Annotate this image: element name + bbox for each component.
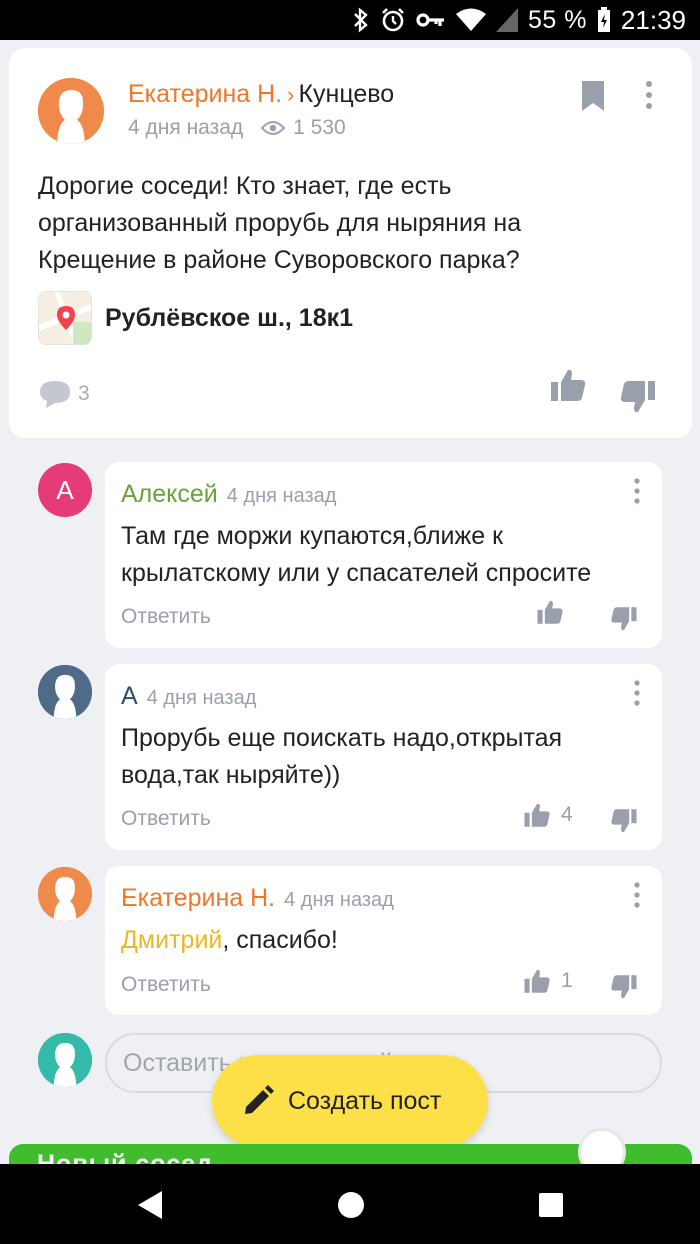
more-options-icon[interactable] xyxy=(645,80,653,115)
like-icon xyxy=(524,969,550,993)
comment-header: Екатерина Н. 4 дня назад xyxy=(121,884,394,913)
status-bar: 55 % 21:39 xyxy=(0,0,700,40)
comments-count: 3 xyxy=(78,382,90,405)
commenter-avatar[interactable] xyxy=(38,665,92,719)
alarm-icon xyxy=(380,7,406,33)
post-time: 4 дня назад xyxy=(128,116,244,139)
like-icon xyxy=(524,803,550,827)
comment-text: Там где моржи купаются,ближе к крылатско… xyxy=(121,522,592,587)
dislike-icon[interactable] xyxy=(619,378,657,421)
like-icon xyxy=(537,600,563,624)
comments-counter[interactable]: 3 xyxy=(38,379,90,409)
comment-time: 4 дня назад xyxy=(226,485,337,507)
navigation-bar xyxy=(0,1164,700,1244)
home-icon[interactable] xyxy=(337,1190,365,1225)
current-user-avatar xyxy=(38,1033,92,1087)
like-count: 4 xyxy=(561,803,573,826)
comment-time: 4 дня назад xyxy=(284,889,394,911)
dislike-icon[interactable] xyxy=(610,973,638,1006)
map-pin-icon[interactable] xyxy=(38,291,92,345)
chevron-right-icon: › xyxy=(287,81,295,107)
comment-card: А 4 дня назад Прорубь еще поискать надо,… xyxy=(105,664,662,850)
recents-icon[interactable] xyxy=(538,1192,564,1223)
pencil-icon xyxy=(245,1085,274,1114)
avatar-letter: А xyxy=(56,474,74,505)
comment-card: Екатерина Н. 4 дня назад Дмитрий, спасиб… xyxy=(105,866,662,1015)
post-author-line: Екатерина Н. › Кунцево xyxy=(128,80,394,109)
comment-time: 4 дня назад xyxy=(146,687,257,709)
dislike-icon[interactable] xyxy=(610,605,638,638)
wifi-icon xyxy=(455,8,486,32)
bluetooth-icon xyxy=(352,7,370,33)
post-card[interactable]: Екатерина Н. › Кунцево 4 дня назад 1 530… xyxy=(9,48,692,438)
reply-button[interactable]: Ответить xyxy=(121,973,211,997)
reply-button[interactable]: Ответить xyxy=(121,605,211,629)
commenter-avatar[interactable] xyxy=(38,867,92,921)
comment-header: Алексей 4 дня назад xyxy=(121,480,336,509)
create-post-button[interactable]: Создать пост xyxy=(212,1055,488,1147)
more-options-icon[interactable] xyxy=(634,680,640,711)
comment-text: Дмитрий, спасибо! xyxy=(121,922,641,959)
author-avatar[interactable] xyxy=(38,78,104,144)
clock: 21:39 xyxy=(620,4,686,35)
battery-percent: 55 % xyxy=(527,5,587,34)
post-address[interactable]: Рублёвское ш., 18к1 xyxy=(105,304,353,333)
cell-signal-icon xyxy=(495,8,518,32)
vpn-key-icon xyxy=(416,10,446,30)
comment-like-button[interactable]: 4 xyxy=(523,801,573,829)
comment-header: А 4 дня назад xyxy=(121,682,256,711)
comment-author[interactable]: Екатерина Н. xyxy=(121,884,275,913)
back-icon[interactable] xyxy=(136,1190,164,1225)
comment-like-button[interactable]: 1 xyxy=(523,967,573,995)
comment-text-rest: , спасибо! xyxy=(222,926,338,954)
dislike-icon[interactable] xyxy=(610,807,638,840)
comment-author[interactable]: А xyxy=(121,682,138,711)
comment-like-button[interactable] xyxy=(536,598,574,626)
post-views: 1 530 xyxy=(293,116,346,139)
battery-icon xyxy=(597,7,611,33)
comment-card: Алексей 4 дня назад Там где моржи купают… xyxy=(105,462,662,648)
more-options-icon[interactable] xyxy=(634,882,640,913)
bookmark-icon[interactable] xyxy=(580,79,606,118)
commenter-avatar[interactable]: А xyxy=(38,463,92,517)
like-icon[interactable] xyxy=(549,366,587,409)
like-count: 1 xyxy=(561,969,573,992)
eye-icon xyxy=(261,120,286,136)
post-text: Дорогие соседи! Кто знает, где есть орга… xyxy=(38,172,522,274)
comment-bubble-icon xyxy=(40,381,70,408)
post-meta: 4 дня назад 1 530 xyxy=(128,116,346,140)
mention-link[interactable]: Дмитрий xyxy=(121,926,222,954)
post-author-name[interactable]: Екатерина Н. xyxy=(128,80,282,109)
comment-author[interactable]: Алексей xyxy=(121,480,218,509)
post-place[interactable]: Кунцево xyxy=(298,80,394,109)
comment-text: Прорубь еще поискать надо,открытая вода,… xyxy=(121,724,563,789)
more-options-icon[interactable] xyxy=(634,478,640,509)
create-post-label: Создать пост xyxy=(288,1086,442,1115)
reply-button[interactable]: Ответить xyxy=(121,807,211,831)
